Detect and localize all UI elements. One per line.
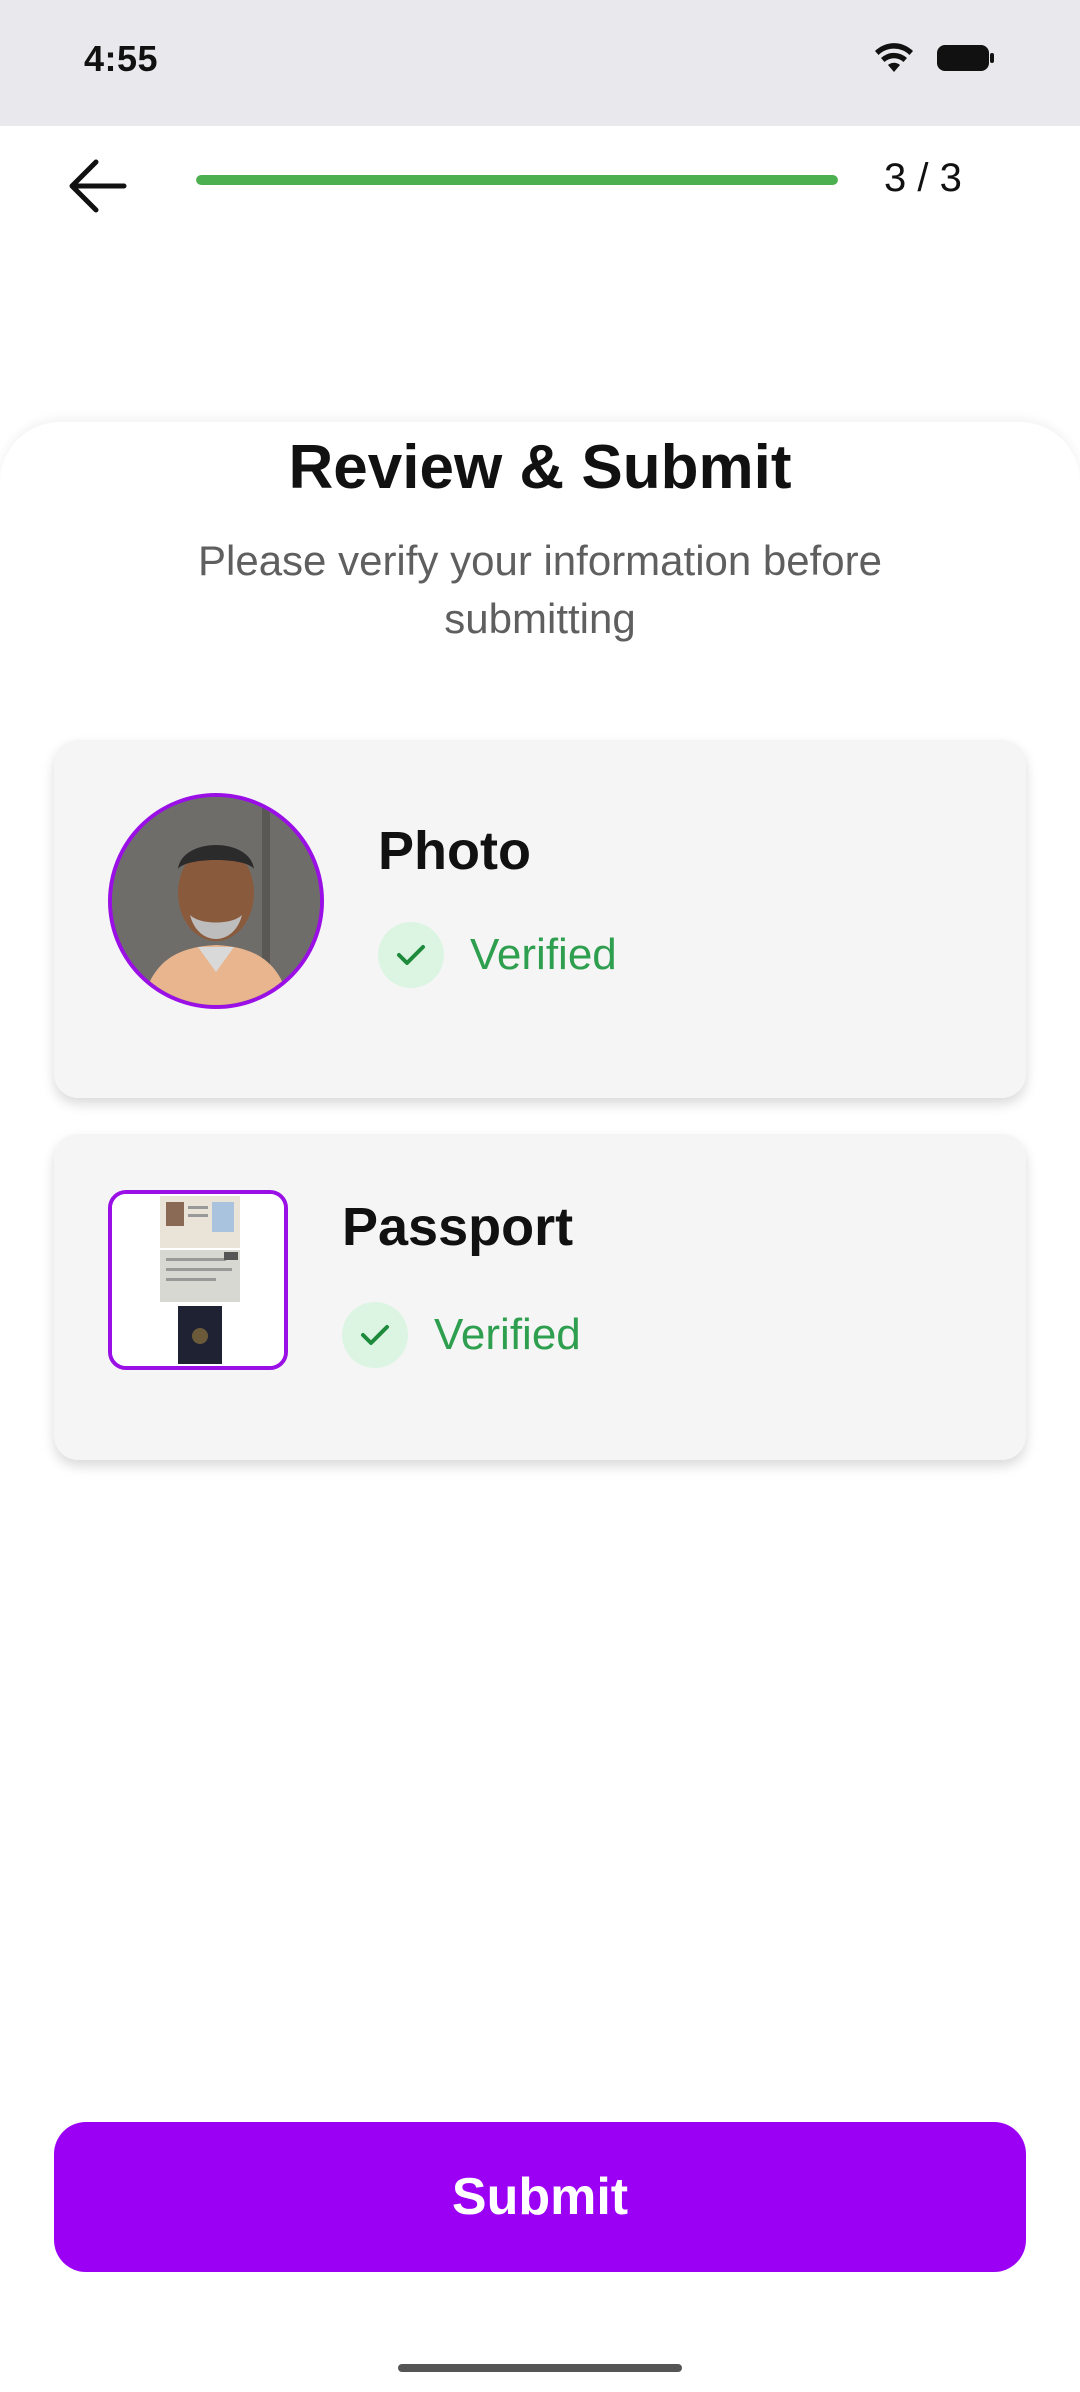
photo-card[interactable]: Photo Verified [54, 740, 1026, 1098]
progress-fill [196, 175, 838, 185]
step-counter: 3 / 3 [884, 156, 962, 200]
progress-bar [196, 175, 838, 185]
wifi-icon [874, 42, 914, 79]
page-title: Review & Submit [288, 433, 792, 502]
passport-document-icon [112, 1194, 284, 1366]
verified-label: Verified [470, 930, 617, 979]
photo-verified-status: Verified [378, 922, 617, 988]
back-button[interactable] [56, 144, 140, 228]
submit-button[interactable]: Submit [54, 2122, 1026, 2272]
review-submit-screen: 4:55 3 / 3 Review & Submit Please verify… [0, 0, 1080, 2392]
status-icons [874, 42, 996, 79]
battery-icon [936, 43, 996, 78]
passport-thumbnail[interactable] [108, 1190, 288, 1370]
home-indicator[interactable] [398, 2364, 682, 2372]
passport-card-title: Passport [342, 1197, 574, 1257]
passport-card[interactable]: Passport Verified [54, 1134, 1026, 1460]
verified-label: Verified [434, 1310, 581, 1359]
photo-card-title: Photo [378, 821, 531, 881]
passport-verified-status: Verified [342, 1302, 581, 1368]
status-bar: 4:55 [0, 0, 1080, 126]
status-time: 4:55 [84, 38, 159, 79]
user-photo-icon [112, 797, 320, 1005]
page-subtitle: Please verify your information before su… [198, 537, 882, 642]
check-icon [378, 922, 444, 988]
check-icon [342, 1302, 408, 1368]
arrow-left-icon [69, 159, 127, 213]
photo-thumbnail[interactable] [108, 793, 324, 1009]
